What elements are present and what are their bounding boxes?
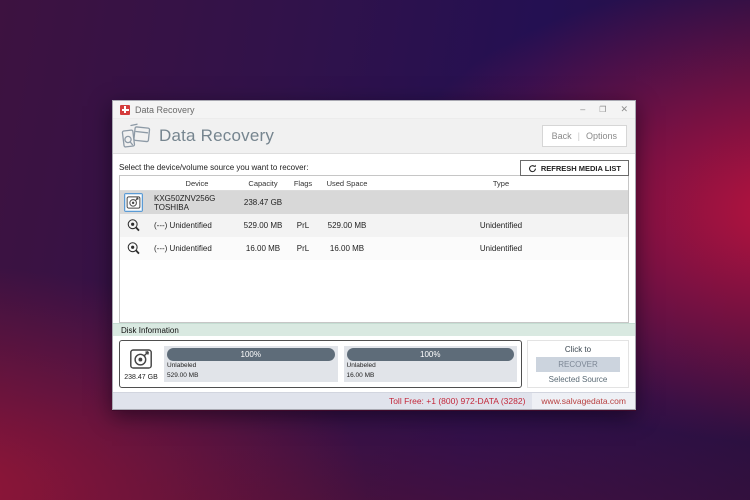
- row-icon-cell: [120, 216, 154, 235]
- disk-information-title: Disk Information: [121, 325, 179, 335]
- partition-block-16mb[interactable]: 100% Unlabeled 16.00 MB: [343, 346, 517, 382]
- hard-disk-icon: [128, 347, 154, 373]
- cell-capacity: 16.00 MB: [245, 244, 281, 253]
- partition-size: 16.00 MB: [346, 371, 375, 379]
- cell-type: Unidentified: [479, 221, 523, 230]
- cell-device: (---) Unidentified: [154, 221, 212, 230]
- source-select-row: Select the device/volume source you want…: [119, 160, 629, 176]
- selected-source-label: Selected Source: [548, 374, 608, 384]
- window-title: Data Recovery: [135, 104, 195, 115]
- partition-usage-bar: 100%: [346, 348, 514, 362]
- website-link[interactable]: www.salvagedata.com: [532, 393, 635, 409]
- header-icon-spacer: [120, 179, 154, 188]
- cell-capacity: 238.47 GB: [243, 198, 283, 207]
- options-button[interactable]: Options: [586, 131, 617, 141]
- data-recovery-window: Data Recovery – ❐ ✕ Data Recovery Back |…: [112, 100, 636, 410]
- table-row-volume-529mb[interactable]: (---) Unidentified 529.00 MB PrL 529.00 …: [120, 214, 628, 237]
- refresh-button-label: REFRESH MEDIA LIST: [540, 163, 621, 173]
- titlebar: Data Recovery – ❐ ✕: [113, 101, 635, 119]
- window-controls: – ❐ ✕: [580, 105, 628, 114]
- disk-information-panel: 238.47 GB 100% Unlabeled 529.00 MB 100% …: [113, 336, 635, 392]
- maximize-button[interactable]: ❐: [599, 105, 606, 114]
- minimize-button[interactable]: –: [580, 105, 585, 114]
- footer-bar: Toll Free: +1 (800) 972-DATA (3282) www.…: [113, 392, 635, 409]
- disk-capacity-label: 238.47 GB: [124, 374, 158, 381]
- disk-information-header: Disk Information: [113, 323, 635, 336]
- row-icon-cell: [120, 193, 154, 212]
- header-type: Type: [492, 179, 510, 188]
- cell-used-space: 529.00 MB: [327, 221, 367, 230]
- desktop-background: Data Recovery – ❐ ✕ Data Recovery Back |…: [0, 0, 750, 500]
- partition-label: Unlabeled: [167, 362, 197, 370]
- table-header-row: Device Capacity Flags Used Space Type: [120, 176, 628, 191]
- cell-device: (---) Unidentified: [154, 244, 212, 253]
- source-select-area: Select the device/volume source you want…: [113, 154, 635, 323]
- nav-button-group: Back | Options: [541, 125, 627, 147]
- partition-block-529mb[interactable]: 100% Unlabeled 529.00 MB: [164, 346, 338, 382]
- refresh-icon: [528, 164, 536, 172]
- app-header: Data Recovery Back | Options: [113, 119, 635, 154]
- cell-flags: PrL: [296, 221, 310, 230]
- recover-button[interactable]: RECOVER: [536, 356, 620, 372]
- back-button[interactable]: Back: [552, 131, 572, 141]
- header-flags: Flags: [293, 179, 313, 188]
- header-used-space: Used Space: [326, 179, 368, 188]
- recover-panel: Click to RECOVER Selected Source: [527, 340, 629, 388]
- table-row-disk-toshiba[interactable]: KXG50ZNV256G TOSHIBA 238.47 GB: [120, 191, 628, 214]
- click-to-label: Click to: [564, 344, 592, 354]
- disk-identity: 238.47 GB: [124, 347, 158, 381]
- hard-disk-icon: [124, 193, 143, 212]
- disk-layout-box: 238.47 GB 100% Unlabeled 529.00 MB 100% …: [119, 340, 522, 388]
- page-title: Data Recovery: [159, 126, 275, 145]
- search-volume-icon: [124, 239, 143, 258]
- partition-size: 529.00 MB: [167, 371, 199, 379]
- partition-usage-bar: 100%: [167, 348, 335, 362]
- toll-free-number: Toll Free: +1 (800) 972-DATA (3282): [388, 396, 526, 406]
- media-list-table: Device Capacity Flags Used Space Type KX…: [119, 175, 629, 323]
- partition-label: Unlabeled: [346, 362, 376, 370]
- close-button[interactable]: ✕: [620, 105, 628, 114]
- cell-type: Unidentified: [479, 244, 523, 253]
- header-device: Device: [185, 179, 209, 188]
- header-capacity: Capacity: [248, 179, 278, 188]
- source-select-label: Select the device/volume source you want…: [119, 163, 309, 172]
- refresh-media-list-button[interactable]: REFRESH MEDIA LIST: [519, 160, 629, 176]
- nav-separator: |: [577, 131, 580, 141]
- cell-device: KXG50ZNV256G TOSHIBA: [154, 193, 216, 212]
- data-recovery-logo-icon: [121, 123, 152, 149]
- cell-capacity: 529.00 MB: [243, 221, 283, 230]
- salvagedata-cross-icon: [120, 104, 130, 115]
- table-row-volume-16mb[interactable]: (---) Unidentified 16.00 MB PrL 16.00 MB…: [120, 237, 628, 260]
- cell-flags: PrL: [296, 244, 310, 253]
- row-icon-cell: [120, 239, 154, 258]
- search-volume-icon: [124, 216, 143, 235]
- cell-used-space: 16.00 MB: [329, 244, 365, 253]
